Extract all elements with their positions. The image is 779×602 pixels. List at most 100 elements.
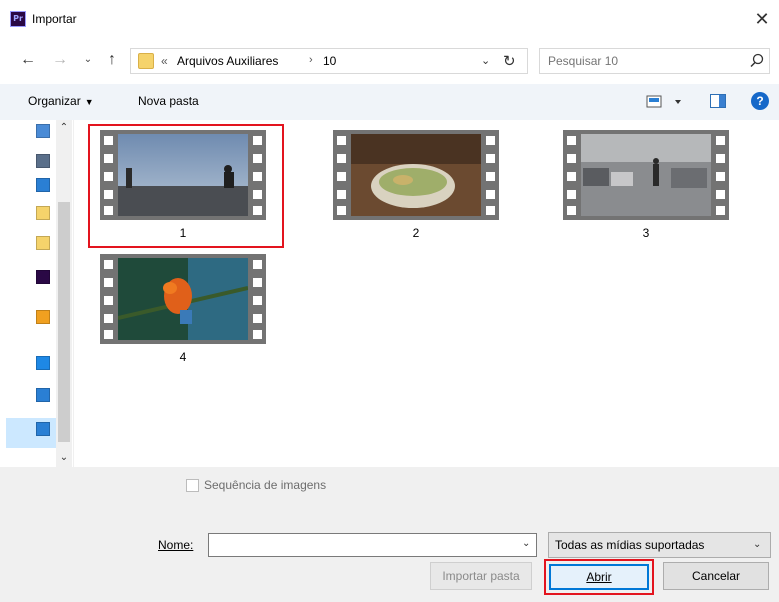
sprocket-hole (567, 206, 576, 215)
search-input[interactable] (548, 53, 728, 69)
sprocket-hole (716, 172, 725, 181)
sprocket-hole (337, 190, 346, 199)
sprocket-hole (337, 206, 346, 215)
caret-down-icon: ▼ (84, 97, 94, 107)
sprocket-hole (486, 154, 495, 163)
sprocket-hole (486, 206, 495, 215)
import-folder-button[interactable]: Importar pasta (430, 562, 532, 590)
sprocket-hole (104, 278, 113, 287)
file-type-filter[interactable]: Todas as mídias suportadas ⌄ (548, 532, 771, 558)
sprocket-hole (104, 330, 113, 339)
document-icon[interactable] (36, 154, 50, 168)
change-view-button[interactable] (646, 94, 686, 110)
sprocket-hole (104, 206, 113, 215)
sprocket-hole (337, 136, 346, 145)
sprocket-hole (104, 136, 113, 145)
sprocket-hole (253, 296, 262, 305)
back-button[interactable]: ← (18, 50, 38, 70)
breadcrumb-separator-icon[interactable]: › (309, 54, 313, 66)
video-thumbnail (118, 134, 248, 216)
address-dropdown-icon[interactable]: ⌄ (481, 54, 490, 67)
sprocket-hole (104, 172, 113, 181)
breadcrumb-item[interactable]: 10 (323, 54, 336, 68)
video-thumbnail (351, 134, 481, 216)
sprocket-hole (567, 172, 576, 181)
scroll-down-icon[interactable]: ⌄ (56, 452, 72, 466)
breadcrumb-overflow[interactable]: « (161, 54, 168, 68)
onedrive-icon[interactable] (36, 356, 50, 370)
network-icon[interactable] (36, 422, 50, 436)
search-box[interactable] (539, 48, 770, 74)
up-folder-button[interactable]: ↑ (102, 50, 122, 70)
film-strip-icon (100, 130, 266, 220)
sprocket-hole (253, 136, 262, 145)
recent-locations-button[interactable]: ⌄ (78, 50, 98, 70)
preview-pane-icon (719, 95, 725, 107)
nav-scrollbar-thumb[interactable] (58, 202, 70, 442)
close-button[interactable]: ✕ (749, 6, 775, 32)
file-name-label: Nome: (158, 538, 193, 552)
folder-icon[interactable] (36, 206, 50, 220)
video-thumbnail (581, 134, 711, 216)
sprocket-hole (253, 314, 262, 323)
sprocket-hole (104, 190, 113, 199)
image-sequence-checkbox[interactable] (186, 479, 199, 492)
bottom-panel: Sequência de imagens Nome: ⌄ Todas as mí… (0, 467, 779, 602)
preview-pane-button[interactable] (710, 94, 726, 108)
file-list[interactable]: 1 2 3 4 (74, 120, 779, 467)
breadcrumb-item[interactable]: Arquivos Auxiliares (177, 54, 278, 68)
file-name[interactable]: 2 (333, 226, 499, 240)
document-icon[interactable] (36, 124, 50, 138)
sprocket-hole (253, 260, 262, 269)
file-name-input[interactable] (213, 537, 513, 553)
sprocket-hole (253, 330, 262, 339)
chevron-down-icon[interactable]: ⌄ (522, 538, 530, 549)
sprocket-hole (567, 154, 576, 163)
sprocket-hole (567, 136, 576, 145)
image-sequence-label: Sequência de imagens (204, 478, 327, 492)
film-strip-icon (333, 130, 499, 220)
desktop-icon[interactable] (36, 178, 50, 192)
help-button[interactable]: ? (751, 92, 769, 110)
film-strip-icon (563, 130, 729, 220)
folder-icon (138, 53, 154, 69)
sprocket-hole (337, 172, 346, 181)
window-title: Importar (32, 12, 77, 26)
sprocket-hole (253, 172, 262, 181)
folder-icon[interactable] (36, 236, 50, 250)
scroll-up-icon[interactable]: ⌃ (56, 122, 72, 136)
address-bar[interactable]: « Arquivos Auxiliares › 10 ⌄ ↻ (130, 48, 528, 74)
computer-icon[interactable] (36, 388, 50, 402)
sprocket-hole (253, 154, 262, 163)
sprocket-hole (716, 136, 725, 145)
premiere-icon[interactable] (36, 270, 50, 284)
sprocket-hole (253, 278, 262, 287)
new-folder-button[interactable]: Nova pasta (138, 94, 199, 108)
file-type-filter-value: Todas as mídias suportadas (555, 538, 705, 552)
film-strip-icon (100, 254, 266, 344)
title-bar: Pr Importar ✕ (0, 0, 779, 40)
sprocket-hole (104, 314, 113, 323)
cancel-button[interactable]: Cancelar (663, 562, 769, 590)
navigation-pane[interactable]: ⌃ ⌄ (0, 120, 74, 467)
sprocket-hole (104, 154, 113, 163)
video-thumbnail (118, 258, 248, 340)
file-name[interactable]: 1 (100, 226, 266, 240)
forward-button[interactable]: → (50, 50, 70, 70)
refresh-button[interactable]: ↻ (503, 52, 516, 70)
sprocket-hole (486, 136, 495, 145)
file-name[interactable]: 4 (100, 350, 266, 364)
toolbar: Organizar ▼ Nova pasta ? (0, 84, 779, 120)
creative-cloud-icon[interactable] (36, 310, 50, 324)
premiere-app-icon: Pr (10, 11, 26, 27)
search-icon[interactable] (748, 52, 766, 70)
sprocket-hole (716, 154, 725, 163)
organize-button[interactable]: Organizar ▼ (28, 94, 94, 108)
sprocket-hole (104, 260, 113, 269)
sprocket-hole (337, 154, 346, 163)
file-name-field[interactable]: ⌄ (208, 533, 537, 557)
file-name[interactable]: 3 (563, 226, 729, 240)
sprocket-hole (716, 206, 725, 215)
open-button[interactable]: Abrir (549, 564, 649, 590)
organize-label: Organizar (28, 94, 81, 108)
